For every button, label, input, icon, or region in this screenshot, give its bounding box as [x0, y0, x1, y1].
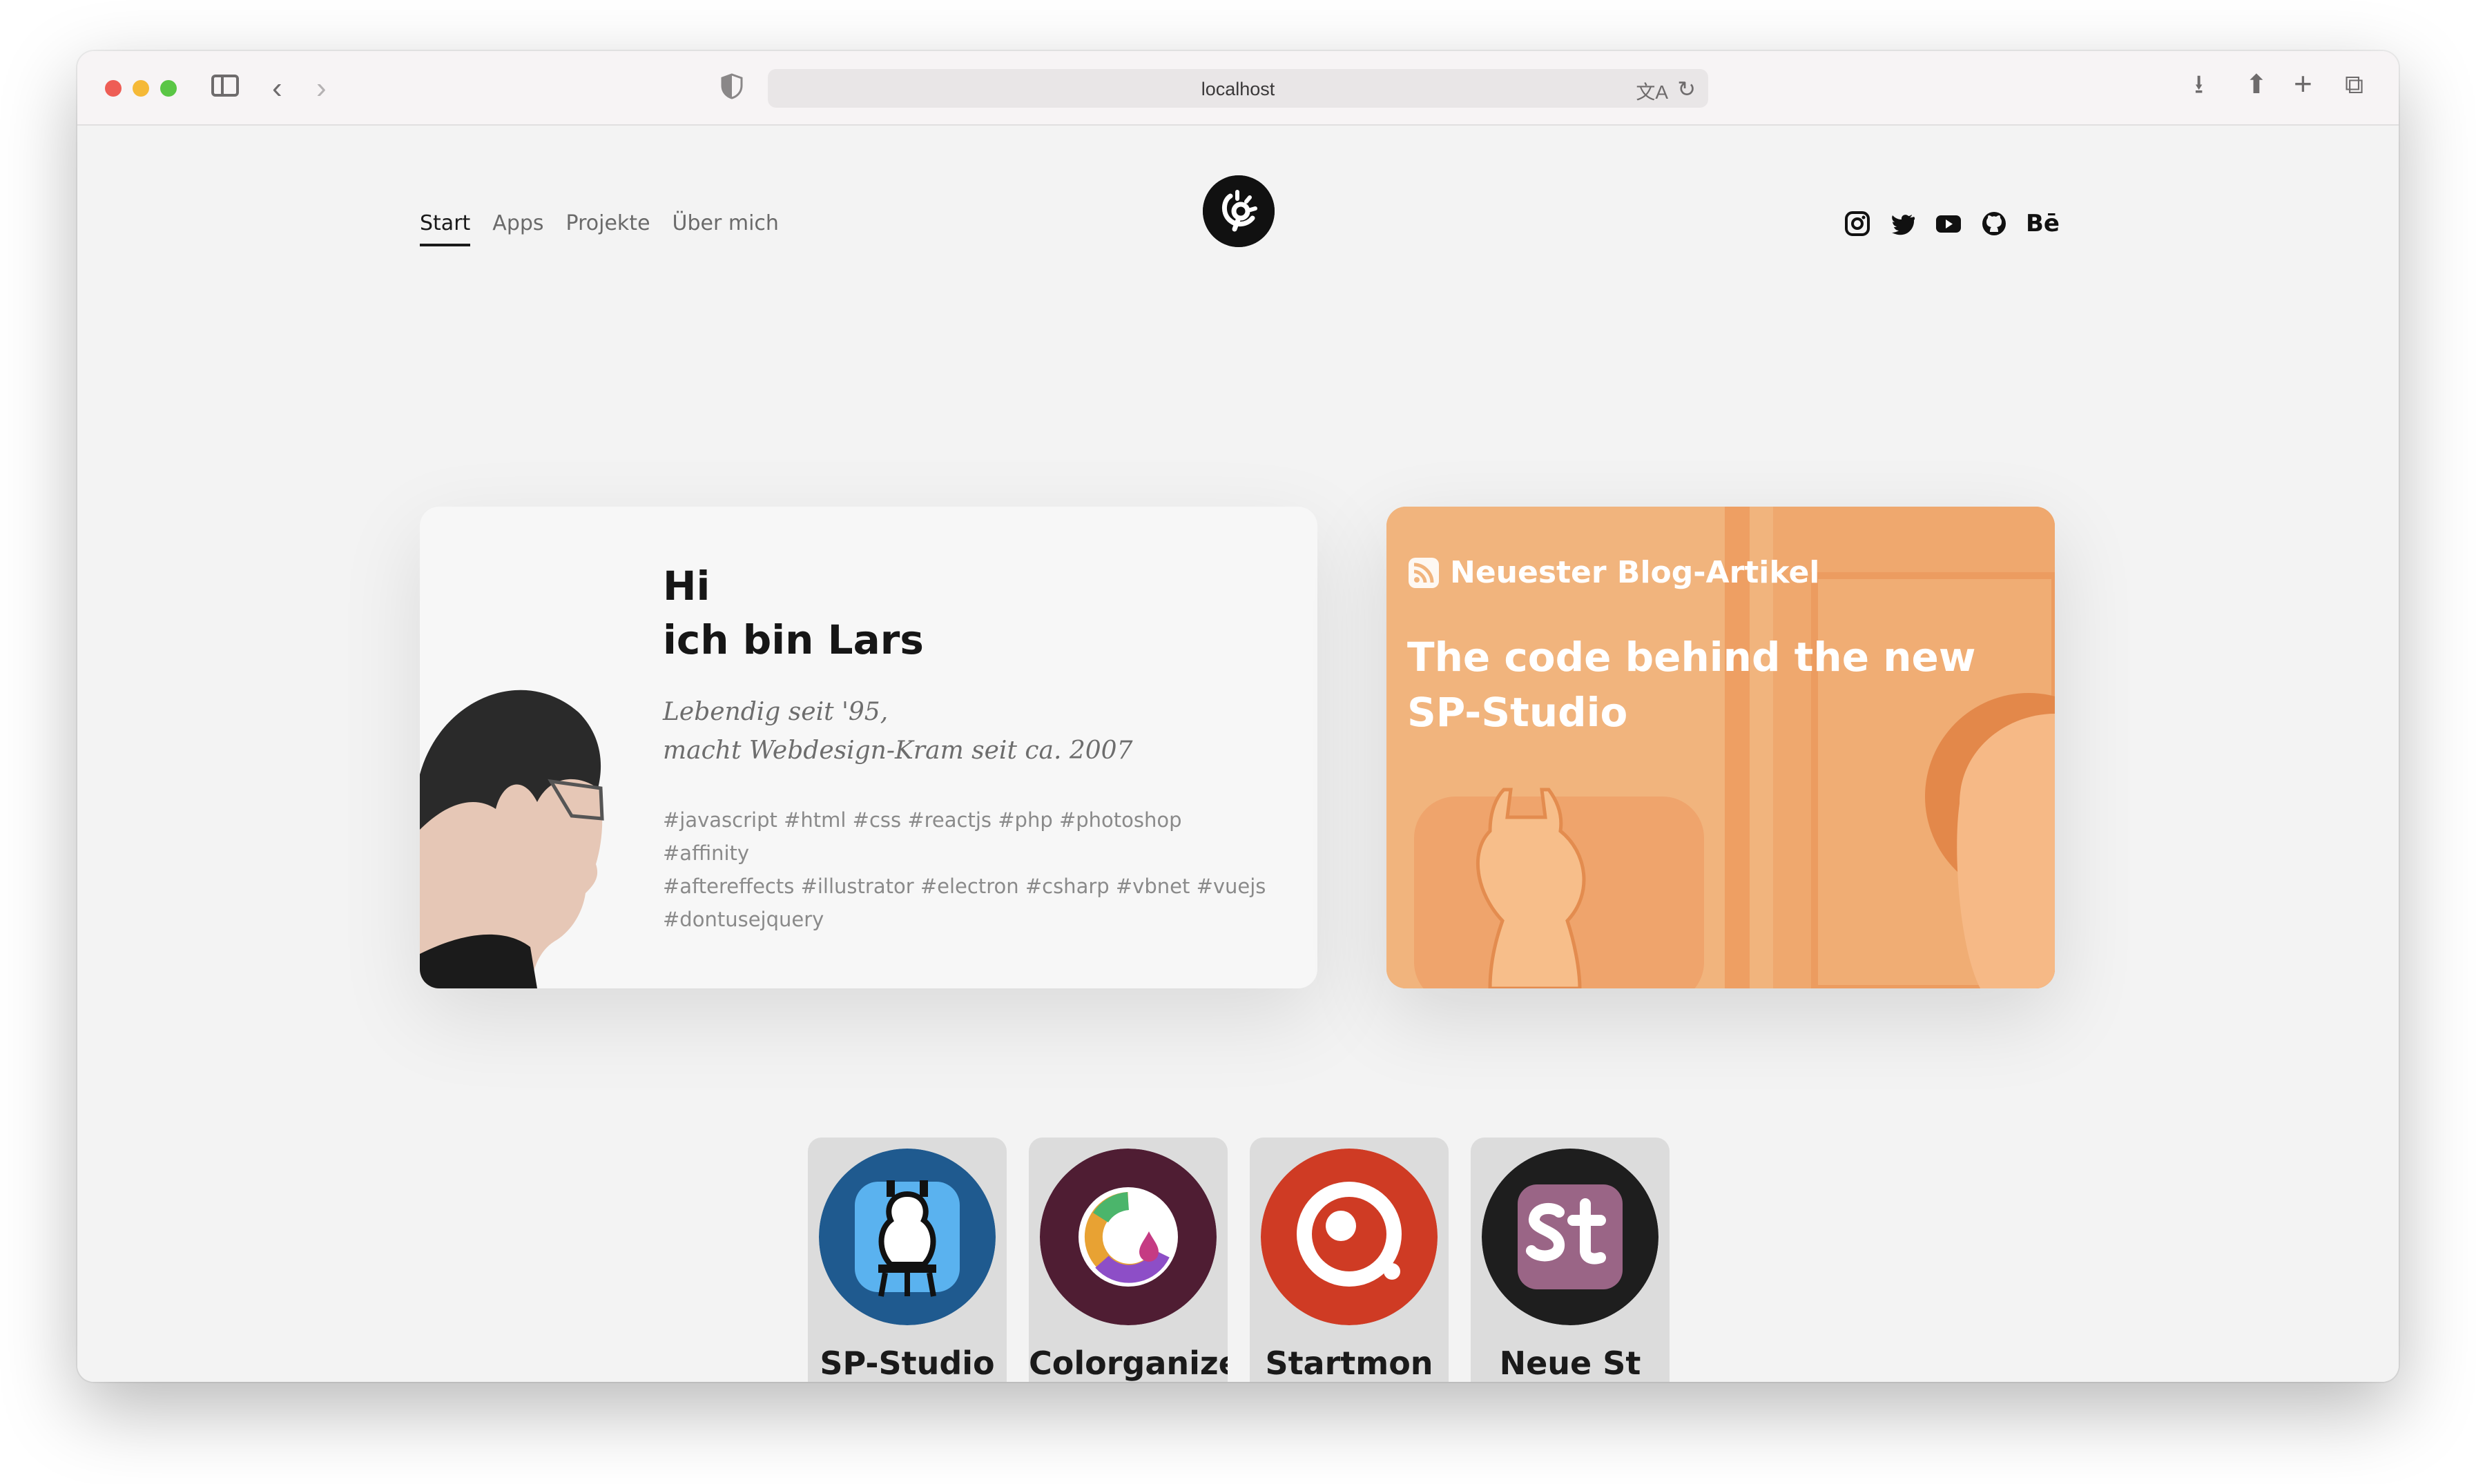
intro-heading: Hi ich bin Lars: [663, 559, 924, 667]
twitter-icon[interactable]: [1889, 210, 1917, 237]
share-icon[interactable]: ⬆: [2245, 72, 2267, 98]
tags-line-3: #dontusejquery: [663, 908, 824, 931]
translate-icon[interactable]: 文A: [1636, 77, 1668, 105]
forward-arrow-icon[interactable]: ›: [316, 73, 327, 104]
app-name: Startmon: [1265, 1345, 1433, 1382]
browser-toolbar: ‹ › localhost 文A ↻ ⭳ ⬆ + ⧉: [77, 51, 2399, 126]
app-name: SP-Studio: [820, 1345, 995, 1382]
tagline-line-1: Lebendig seit '95,: [663, 698, 889, 726]
social-links: Bē: [1844, 210, 2060, 237]
sp-studio-app-icon: [819, 1149, 996, 1325]
intro-name: ich bin Lars: [663, 616, 924, 663]
downloads-icon[interactable]: ⭳: [2194, 72, 2203, 98]
privacy-shield-icon[interactable]: [721, 73, 743, 99]
address-bar[interactable]: localhost 文A ↻: [768, 69, 1708, 108]
tagline-line-2: macht Webdesign-Kram seit ca. 2007: [663, 736, 1133, 765]
rss-icon: [1409, 557, 1439, 588]
app-card-startmon[interactable]: Startmon: [1250, 1138, 1449, 1382]
youtube-icon[interactable]: [1935, 210, 1962, 237]
logo-mark-icon: [1203, 175, 1275, 247]
blog-kicker: Neuester Blog-Artikel: [1407, 555, 1819, 590]
app-card-sp-studio[interactable]: SP-Studio: [808, 1138, 1007, 1382]
startmon-app-icon: [1261, 1149, 1438, 1325]
app-name: Colorganize: [1029, 1345, 1228, 1382]
app-card-neue-st[interactable]: Neue St: [1471, 1138, 1670, 1382]
github-icon[interactable]: [1980, 210, 2008, 237]
tab-overview-icon[interactable]: ⧉: [2345, 72, 2363, 98]
blog-post-title[interactable]: The code behind the new SP-Studio: [1407, 629, 2001, 740]
tags-line-2: #aftereffects #illustrator #electron #cs…: [663, 875, 1266, 898]
reload-icon[interactable]: ↻: [1677, 76, 1696, 102]
nav-projekte[interactable]: Projekte: [566, 211, 650, 246]
back-arrow-icon[interactable]: ‹: [272, 73, 282, 104]
app-name: Neue St: [1499, 1345, 1641, 1382]
blog-kicker-text: Neuester Blog-Artikel: [1450, 555, 1820, 590]
intro-greeting: Hi: [663, 563, 710, 609]
minimize-window-button[interactable]: [133, 80, 149, 97]
behance-icon[interactable]: Bē: [2026, 210, 2060, 237]
tags-line-1: #javascript #html #css #reactjs #php #ph…: [663, 808, 1182, 865]
zoom-window-button[interactable]: [160, 80, 177, 97]
close-window-button[interactable]: [105, 80, 122, 97]
intro-card: Hi ich bin Lars Lebendig seit '95, macht…: [420, 507, 1317, 988]
instagram-icon[interactable]: [1844, 210, 1871, 237]
nav-apps[interactable]: Apps: [492, 211, 543, 246]
sidebar-toggle-icon[interactable]: [211, 75, 239, 97]
address-text: localhost: [1201, 79, 1275, 99]
apps-list: SP-Studio Colorganize Startmon Neue St: [808, 1138, 1670, 1382]
main-nav: Start Apps Projekte Über mich: [420, 211, 779, 246]
latest-blog-card[interactable]: Neuester Blog-Artikel The code behind th…: [1386, 507, 2055, 988]
web-page: Start Apps Projekte Über mich Bē Hi ich …: [77, 127, 2399, 1382]
portrait-image: [420, 690, 604, 988]
colorganize-app-icon: [1040, 1149, 1217, 1325]
nav-start[interactable]: Start: [420, 211, 471, 246]
browser-window: ‹ › localhost 文A ↻ ⭳ ⬆ + ⧉ Start Apps Pr…: [77, 51, 2399, 1382]
skill-tags: #javascript #html #css #reactjs #php #ph…: [663, 803, 1270, 936]
site-logo[interactable]: [1203, 175, 1275, 247]
nav-ueber-mich[interactable]: Über mich: [673, 211, 779, 246]
app-card-colorganize[interactable]: Colorganize: [1029, 1138, 1228, 1382]
intro-tagline: Lebendig seit '95, macht Webdesign-Kram …: [663, 693, 1132, 770]
new-tab-icon[interactable]: +: [2294, 68, 2312, 99]
neue-st-app-icon: [1482, 1149, 1658, 1325]
